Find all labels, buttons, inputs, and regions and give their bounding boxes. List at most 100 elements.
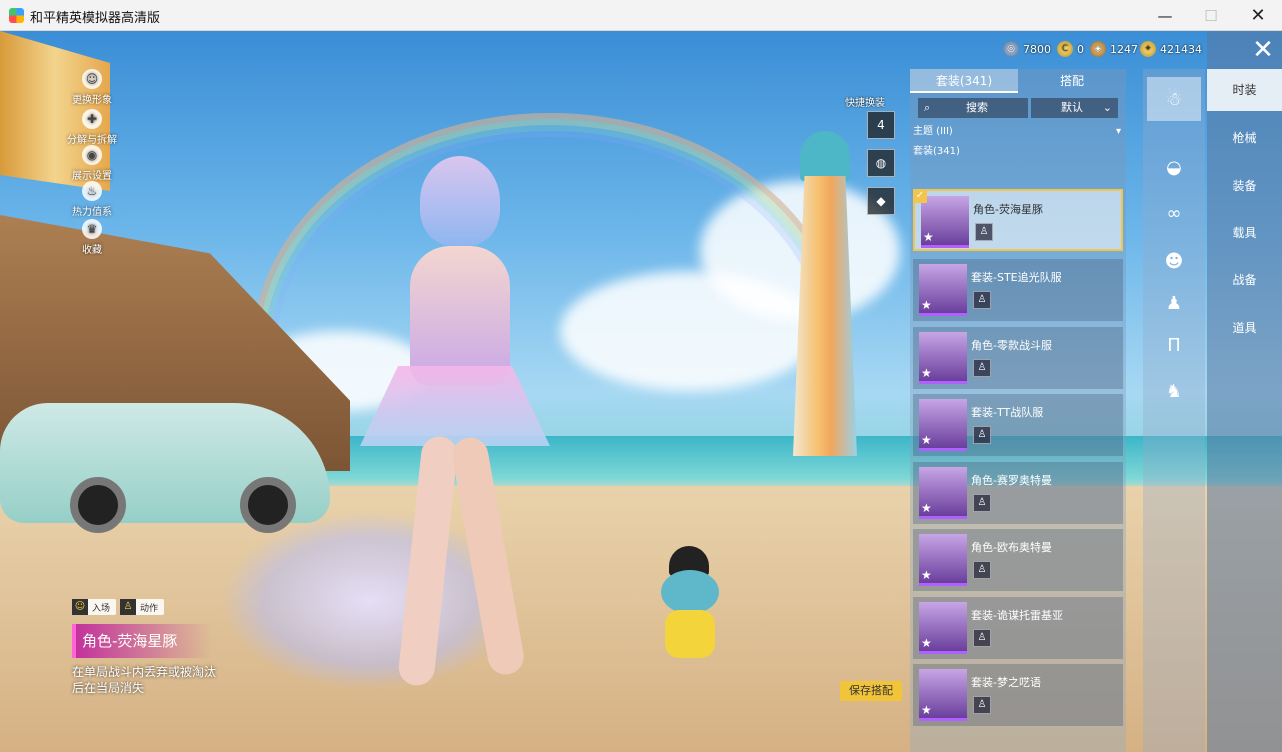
- lighthouse-top: [800, 131, 850, 181]
- character-torso: [410, 246, 510, 386]
- sort-label: 默认: [1061, 101, 1083, 114]
- outfit-name: 角色-零款战斗服: [971, 339, 1052, 352]
- currency-points: ✦ 421434: [1140, 41, 1202, 57]
- outfit-thumbnail: ★: [919, 399, 967, 451]
- outfit-name: 套装-STE追光队服: [971, 271, 1062, 284]
- pet-body: [665, 610, 715, 658]
- outfit-thumbnail: ★: [919, 602, 967, 654]
- outfit-item[interactable]: ★ 套装-TT战队服 ♙: [913, 394, 1123, 456]
- star-icon: ★: [921, 501, 932, 515]
- shoes-icon[interactable]: ♞: [1147, 369, 1201, 413]
- outfit-name: 角色-荧海星豚: [973, 203, 1043, 216]
- pants-icon[interactable]: Π: [1147, 323, 1201, 367]
- search-input[interactable]: ⌕ 搜索: [918, 98, 1028, 118]
- figure-icon: ♙: [973, 426, 991, 444]
- action-label: 动作: [140, 603, 159, 614]
- currency-value: 7800: [1023, 42, 1051, 56]
- left-menu-dismantle[interactable]: ✚ 分解与拆解: [60, 109, 124, 146]
- tab-combos[interactable]: 搭配: [1018, 69, 1126, 93]
- top-icon[interactable]: ♟: [1147, 281, 1201, 325]
- left-menu-collection[interactable]: ♛ 收藏: [60, 219, 124, 256]
- outfit-name: 角色-欧布奥特曼: [971, 541, 1052, 554]
- quick-swap-label[interactable]: 快捷换装: [845, 94, 885, 109]
- figure-icon: ♙: [973, 359, 991, 377]
- character-model[interactable]: [350, 156, 570, 716]
- person-action-icon: ♙: [120, 599, 137, 615]
- eye-icon: ◉: [82, 145, 102, 165]
- maximize-button[interactable]: ☐: [1188, 0, 1234, 31]
- slot-icon-column: ☃ ◒ ∞ ☻ ♟ Π ♞: [1143, 69, 1205, 752]
- left-menu-label: 热力值系: [72, 207, 112, 218]
- figure-icon: ♙: [973, 561, 991, 579]
- outfit-item[interactable]: ★ 套装-诡谋托雷基亚 ♙: [913, 597, 1123, 659]
- category-equipment[interactable]: 装备: [1207, 165, 1282, 207]
- chevron-down-icon: ⌄: [1102, 101, 1112, 114]
- outfit-thumbnail: ★: [919, 669, 967, 721]
- character-leg: [449, 434, 527, 678]
- theme-label: 主题 (III): [913, 126, 953, 137]
- mask-icon[interactable]: ☻: [1147, 239, 1201, 283]
- silver-coin-icon: ◎: [1003, 41, 1019, 57]
- left-menu-label: 更换形象: [72, 95, 112, 106]
- app-icon: [9, 8, 24, 23]
- category-vehicles[interactable]: 载具: [1207, 212, 1282, 254]
- category-battle-gear[interactable]: 战备: [1207, 259, 1282, 301]
- emblem-icon[interactable]: ◍: [867, 149, 895, 177]
- category-guns[interactable]: 枪械: [1207, 117, 1282, 159]
- outfit-name: 角色-赛罗奥特曼: [971, 474, 1052, 487]
- points-coin-icon: ✦: [1140, 41, 1156, 57]
- outfit-thumbnail: ★: [919, 264, 967, 316]
- outfit-name: 套装-梦之呓语: [971, 676, 1041, 689]
- outfit-item[interactable]: ★ 角色-赛罗奥特曼 ♙: [913, 462, 1123, 524]
- left-menu-display[interactable]: ◉ 展示设置: [60, 145, 124, 182]
- save-outfit-button[interactable]: 保存搭配: [840, 681, 902, 701]
- lighthouse: [785, 131, 865, 461]
- character-action-row: ☺ 入场 ♙ 动作: [72, 599, 165, 615]
- category-items[interactable]: 道具: [1207, 307, 1282, 349]
- close-icon[interactable]: ✕: [1247, 37, 1279, 63]
- outfit-panel: 套装(341) 搭配 ⌕ 搜索 默认 ⌄ 主题 (III) ▾ 套装(341) …: [910, 69, 1126, 752]
- outfit-name: 套装-TT战队服: [971, 406, 1044, 419]
- outfit-item[interactable]: ★ 角色-欧布奥特曼 ♙: [913, 529, 1123, 591]
- search-icon: ⌕: [924, 101, 931, 114]
- currency-value: 1247: [1110, 42, 1138, 56]
- crown-icon: ♛: [82, 219, 102, 239]
- theme-filter[interactable]: 主题 (III) ▾: [913, 124, 1121, 140]
- tab-outfits[interactable]: 套装(341): [910, 69, 1018, 93]
- hanger-icon[interactable]: 4: [867, 111, 895, 139]
- category-fashion[interactable]: 时装: [1207, 69, 1282, 111]
- currency-medal: ◈ 1247: [1090, 41, 1138, 57]
- character-hair: [420, 156, 500, 246]
- full-body-icon[interactable]: ☃: [1147, 77, 1201, 121]
- diamond-icon[interactable]: ◆: [867, 187, 895, 215]
- character-name: 角色-荧海星豚: [72, 624, 212, 658]
- caret-down-icon: ▾: [1115, 126, 1121, 137]
- character-skirt: [360, 366, 550, 446]
- search-label: 搜索: [966, 101, 988, 114]
- sort-dropdown[interactable]: 默认 ⌄: [1031, 98, 1118, 118]
- left-menu-heat[interactable]: ♨ 热力值系: [60, 181, 124, 218]
- minimize-button[interactable]: —: [1142, 0, 1188, 31]
- outfit-item[interactable]: ★ 套装-STE追光队服 ♙: [913, 259, 1123, 321]
- left-menu-label: 展示设置: [72, 171, 112, 182]
- currency-gold: C 0: [1057, 41, 1084, 57]
- entry-button[interactable]: ☺ 入场: [72, 599, 117, 615]
- glasses-icon[interactable]: ∞: [1147, 191, 1201, 235]
- cap-icon[interactable]: ◒: [1147, 145, 1201, 189]
- outfit-item[interactable]: ★ 角色-零款战斗服 ♙: [913, 327, 1123, 389]
- action-button[interactable]: ♙ 动作: [120, 599, 165, 615]
- outfit-thumbnail: ★: [919, 467, 967, 519]
- figure-icon: ♙: [973, 291, 991, 309]
- star-icon: ★: [921, 568, 932, 582]
- outfit-item[interactable]: ★ ✓ 角色-荧海星豚 ♙: [913, 189, 1123, 251]
- section-label: 套装(341): [913, 146, 960, 157]
- close-window-button[interactable]: ✕: [1235, 0, 1281, 31]
- pet-model[interactable]: [655, 546, 725, 666]
- pet-head: [661, 570, 719, 614]
- car-wheel: [70, 477, 126, 533]
- star-icon: ★: [923, 230, 934, 244]
- outfit-item[interactable]: ★ 套装-梦之呓语 ♙: [913, 664, 1123, 726]
- star-icon: ★: [921, 636, 932, 650]
- left-menu-label: 收藏: [82, 245, 102, 256]
- left-menu-change-look[interactable]: ☺ 更换形象: [60, 69, 124, 106]
